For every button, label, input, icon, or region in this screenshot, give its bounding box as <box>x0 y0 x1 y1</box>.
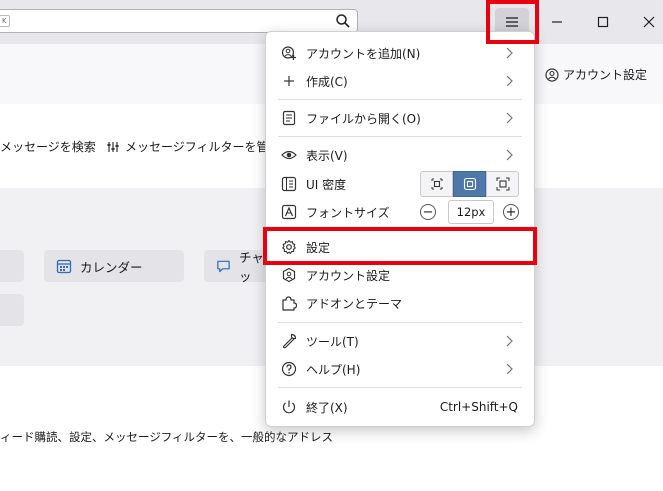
eye-icon <box>281 147 297 163</box>
tools-label: ツール(T) <box>306 334 359 349</box>
density-compact-button[interactable] <box>420 171 453 197</box>
font-size-icon <box>281 204 297 220</box>
close-icon <box>643 16 655 28</box>
ui-density-label: UI 密度 <box>306 177 347 192</box>
menu-separator <box>278 136 522 137</box>
menu-separator <box>278 99 522 100</box>
search-icon[interactable] <box>335 13 351 29</box>
account-settings-link[interactable]: アカウント設定 <box>545 66 647 83</box>
touch-density-icon <box>496 177 509 191</box>
open-from-file-label: ファイルから開く(O) <box>306 111 421 126</box>
chevron-right-icon <box>506 112 513 124</box>
font-size-label: フォントサイズ <box>306 205 390 220</box>
account-settings-menu-label: アカウント設定 <box>306 268 391 283</box>
chevron-right-icon <box>506 75 513 87</box>
manage-filters-action[interactable]: メッセージフィルターを管理 <box>106 138 281 155</box>
search-messages-action[interactable]: メッセージを検索 <box>0 138 96 155</box>
manage-filters-label: メッセージフィルターを管理 <box>125 140 281 154</box>
file-icon <box>281 110 297 126</box>
highlight-menu-button <box>486 0 539 44</box>
menu-item-quit[interactable]: 終了(X) Ctrl+Shift+Q <box>266 394 534 420</box>
wrench-icon <box>281 333 297 349</box>
quit-label: 終了(X) <box>306 400 348 415</box>
minimize-button[interactable] <box>545 10 569 34</box>
maximize-icon <box>597 16 609 28</box>
search-shortcut-hint: K <box>0 15 10 27</box>
menu-separator <box>278 322 522 323</box>
filter-sliders-icon <box>107 141 119 152</box>
menu-item-help[interactable]: ヘルプ(H) <box>266 356 534 382</box>
calendar-icon <box>56 259 72 274</box>
calendar-card[interactable]: カレンダー <box>44 250 184 282</box>
create-label: 作成(C) <box>306 74 348 89</box>
density-segmented-control <box>420 171 520 197</box>
maximize-button[interactable] <box>591 10 615 34</box>
card-partial-left[interactable] <box>0 250 24 282</box>
normal-density-icon <box>463 177 476 191</box>
calendar-label: カレンダー <box>80 259 143 275</box>
search-input[interactable]: K <box>0 9 358 33</box>
account-icon <box>545 67 559 82</box>
chevron-right-icon <box>506 363 513 375</box>
help-icon <box>281 361 297 377</box>
puzzle-icon <box>281 295 297 311</box>
quit-shortcut: Ctrl+Shift+Q <box>439 400 518 414</box>
font-size-value[interactable]: 12px <box>448 200 494 224</box>
add-account-label: アカウントを追加(N) <box>306 46 421 61</box>
addons-themes-label: アドオンとテーマ <box>306 296 403 311</box>
description-text: ィード購読、設定、メッセージフィルターを、一般的なアドレス <box>0 430 334 444</box>
menu-item-tools[interactable]: ツール(T) <box>266 328 534 354</box>
menu-item-open-from-file[interactable]: ファイルから開く(O) <box>266 105 534 131</box>
chevron-right-icon <box>506 335 513 347</box>
view-label: 表示(V) <box>306 148 348 163</box>
font-size-increase-button[interactable]: + <box>503 204 519 220</box>
menu-item-addons-themes[interactable]: アドオンとテーマ <box>266 290 534 316</box>
menu-item-view[interactable]: 表示(V) <box>266 142 534 168</box>
density-normal-button[interactable] <box>453 171 486 197</box>
chevron-right-icon <box>506 47 513 59</box>
account-settings-label: アカウント設定 <box>563 68 648 82</box>
power-icon <box>281 399 297 415</box>
density-touch-button[interactable] <box>486 171 519 197</box>
menu-item-create[interactable]: 作成(C) <box>266 68 534 94</box>
card-partial-left-2[interactable] <box>0 294 24 326</box>
minimize-icon <box>552 21 562 23</box>
plus-icon <box>281 73 297 89</box>
close-window-button[interactable] <box>637 10 661 34</box>
density-icon <box>281 176 297 192</box>
font-size-decrease-button[interactable]: − <box>420 204 436 220</box>
chevron-right-icon <box>506 149 513 161</box>
chat-icon <box>217 260 230 273</box>
search-messages-label: メッセージを検索 <box>0 140 96 154</box>
help-label: ヘルプ(H) <box>306 362 361 377</box>
compact-density-icon <box>430 178 443 190</box>
menu-item-account-settings[interactable]: アカウント設定 <box>266 262 534 288</box>
account-settings-icon <box>281 267 297 283</box>
highlight-settings-item <box>263 227 537 265</box>
menu-separator <box>278 387 522 388</box>
add-account-icon <box>281 45 297 61</box>
